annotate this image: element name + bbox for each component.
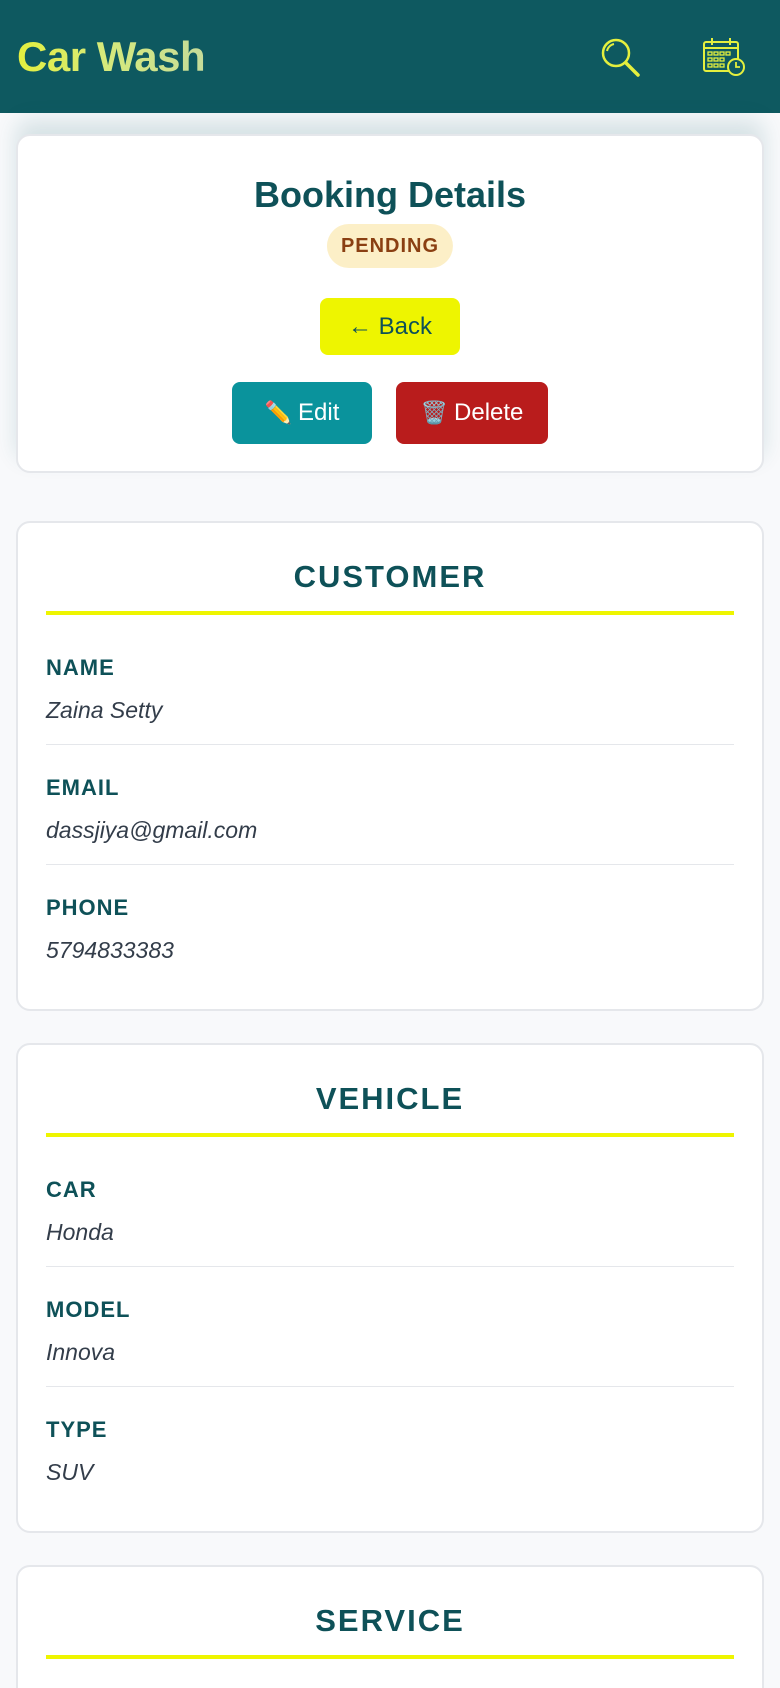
vehicle-type-field: TYPE SUV: [46, 1417, 734, 1537]
edit-button[interactable]: ✏️ Edit: [232, 382, 372, 444]
field-label: CAR: [46, 1177, 97, 1202]
app-header: Car Wash: [0, 0, 780, 113]
customer-email-field: EMAIL dassjiya@gmail.com: [46, 775, 734, 895]
field-label: MODEL: [46, 1297, 131, 1322]
edit-button-label: Edit: [298, 399, 340, 426]
calendar-clock-icon: [703, 37, 745, 76]
section-divider: [46, 611, 734, 615]
customer-section: CUSTOMER NAME Zaina Setty EMAIL dassjiya…: [16, 521, 764, 1011]
field-divider: [46, 1266, 734, 1267]
section-divider: [46, 1655, 734, 1659]
back-button[interactable]: ← Back: [320, 298, 460, 355]
customer-name-field: NAME Zaina Setty: [46, 655, 734, 775]
vehicle-car-field: CAR Honda: [46, 1177, 734, 1297]
trash-icon: 🗑️: [420, 400, 449, 425]
delete-button-label: Delete: [454, 399, 524, 426]
field-label: PHONE: [46, 895, 130, 920]
field-divider: [46, 744, 734, 745]
field-label: NAME: [46, 655, 115, 680]
section-divider: [46, 1133, 734, 1137]
field-divider: [46, 864, 734, 865]
search-button[interactable]: [593, 30, 647, 84]
delete-button[interactable]: 🗑️ Delete: [396, 382, 548, 444]
section-title-service: SERVICE: [315, 1603, 465, 1638]
vehicle-model-field: MODEL Innova: [46, 1297, 734, 1417]
search-icon: [601, 38, 640, 77]
vehicle-model-value: Innova: [46, 1339, 116, 1365]
vehicle-car-value: Honda: [46, 1219, 114, 1245]
customer-phone-value: 5794833383: [46, 937, 174, 963]
pencil-icon: ✏️: [264, 400, 293, 425]
status-badge: PENDING: [326, 224, 454, 268]
section-title-customer: CUSTOMER: [293, 559, 487, 594]
customer-email-value: dassjiya@gmail.com: [46, 817, 258, 843]
action-buttons: ✏️ Edit 🗑️ Delete: [18, 382, 762, 444]
section-title-vehicle: VEHICLE: [315, 1081, 465, 1116]
field-label: EMAIL: [46, 775, 120, 800]
customer-phone-field: PHONE 5794833383: [46, 895, 734, 1015]
customer-name-value: Zaina Setty: [46, 697, 163, 723]
field-divider: [46, 1386, 734, 1387]
page-title: Booking Details: [253, 174, 527, 215]
service-section: SERVICE: [16, 1565, 764, 1688]
app-title[interactable]: Car Wash: [17, 33, 206, 81]
booking-summary-card: Booking Details PENDING ← Back ✏️ Edit 🗑…: [16, 134, 764, 473]
vehicle-type-value: SUV: [46, 1459, 94, 1485]
field-label: TYPE: [46, 1417, 108, 1442]
bookings-calendar-button[interactable]: [697, 30, 751, 84]
header-actions: [593, 30, 763, 84]
vehicle-section: VEHICLE CAR Honda MODEL Innova TYPE SUV: [16, 1043, 764, 1533]
